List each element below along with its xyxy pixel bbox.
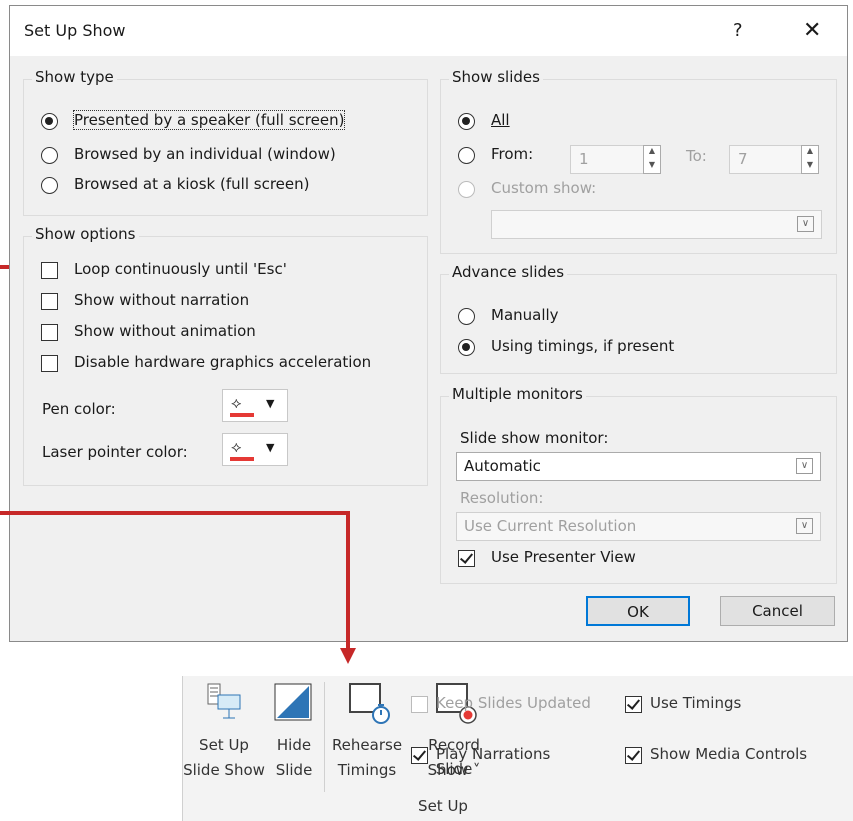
label-show-without-animation[interactable]: Show without animation — [74, 322, 256, 340]
radio-browsed-at-kiosk[interactable] — [41, 177, 58, 194]
laser-pointer-color-label: Laser pointer color: — [42, 443, 188, 461]
checkbox-show-media-controls[interactable] — [625, 747, 642, 764]
resolution-value: Use Current Resolution — [464, 517, 637, 535]
laser-color-swatch — [230, 457, 254, 461]
chevron-down-icon: ▼ — [266, 441, 275, 454]
label-loop-continuously[interactable]: Loop continuously until 'Esc' — [74, 260, 287, 278]
radio-custom-show[interactable] — [458, 181, 475, 198]
resolution-select[interactable]: Use Current Resolution ∨ — [456, 512, 821, 541]
label-using-timings[interactable]: Using timings, if present — [491, 337, 674, 355]
hide-slide-button[interactable]: Hide Slide — [265, 676, 323, 786]
show-slides-group: Show slides All From: 1 ▲ ▼ To: 7 ▲ ▼ Cust… — [440, 68, 837, 254]
label-show-without-narration[interactable]: Show without narration — [74, 291, 249, 309]
slide-show-monitor-label: Slide show monitor: — [460, 429, 609, 447]
from-slide-spinner[interactable]: ▲ ▼ — [643, 145, 661, 174]
spin-down-icon[interactable]: ▼ — [644, 160, 660, 174]
spin-down-icon[interactable]: ▼ — [802, 160, 818, 174]
spin-up-icon[interactable]: ▲ — [644, 146, 660, 160]
label-browsed-by-individual[interactable]: Browsed by an individual (window) — [74, 145, 336, 163]
label-show-media-controls[interactable]: Show Media Controls — [650, 745, 807, 763]
radio-all-slides[interactable] — [458, 113, 475, 130]
label-manually[interactable]: Manually — [491, 306, 559, 324]
label-use-timings[interactable]: Use Timings — [650, 694, 741, 712]
callout-arrowhead-record — [340, 648, 356, 664]
chevron-down-icon: ▼ — [266, 397, 275, 410]
radio-from-slides[interactable] — [458, 147, 475, 164]
label-presented-by-speaker[interactable]: Presented by a speaker (full screen) — [72, 110, 346, 130]
label-play-narrations[interactable]: Play Narrations — [436, 745, 550, 763]
label-all-slides[interactable]: All — [491, 111, 510, 129]
hide-slide-line2: Slide — [275, 761, 313, 779]
multiple-monitors-group: Multiple monitors Slide show monitor: Au… — [440, 385, 837, 584]
show-slides-label: Show slides — [449, 68, 543, 86]
pen-color-label: Pen color: — [42, 400, 116, 418]
radio-manually[interactable] — [458, 308, 475, 325]
setup-slideshow-button[interactable]: Set Up Slide Show — [183, 676, 265, 786]
to-slide-spinner[interactable]: ▲ ▼ — [801, 145, 819, 174]
advance-slides-group: Advance slides Manually Using timings, i… — [440, 263, 837, 374]
paint-bucket-icon: ⟡ — [231, 437, 242, 456]
resolution-label: Resolution: — [460, 489, 544, 507]
label-to: To: — [686, 147, 707, 165]
help-button[interactable]: ? — [733, 20, 743, 41]
label-keep-slides-updated: Keep Slides Updated — [436, 694, 591, 712]
from-slide-value: 1 — [579, 150, 589, 168]
setup-slideshow-icon — [207, 683, 241, 719]
callout-line-vertical — [346, 511, 350, 651]
checkbox-play-narrations[interactable] — [411, 747, 428, 764]
hide-slide-icon — [274, 683, 312, 721]
chevron-down-icon: ∨ — [796, 458, 813, 474]
chevron-down-icon: ∨ — [796, 518, 813, 534]
rehearse-timings-button[interactable]: Rehearse Timings — [325, 676, 409, 786]
label-from[interactable]: From: — [491, 145, 533, 163]
callout-line-horizontal — [0, 511, 350, 515]
slide-show-monitor-value: Automatic — [464, 457, 541, 475]
rehearse-timings-line2: Timings — [337, 761, 397, 779]
hide-slide-line1: Hide — [276, 736, 312, 754]
checkbox-keep-slides-updated[interactable] — [411, 696, 428, 713]
radio-browsed-by-individual[interactable] — [41, 147, 58, 164]
advance-slides-label: Advance slides — [449, 263, 568, 281]
paint-bucket-icon: ⟡ — [231, 393, 242, 412]
label-use-presenter-view[interactable]: Use Presenter View — [491, 548, 636, 566]
set-up-show-dialog: Set Up Show ? ✕ Show type Presented by a… — [9, 5, 848, 642]
show-type-group: Show type Presented by a speaker (full s… — [23, 68, 428, 216]
setup-slideshow-line2: Slide Show — [183, 761, 265, 779]
label-browsed-at-kiosk[interactable]: Browsed at a kiosk (full screen) — [74, 175, 309, 193]
show-options-group: Show options Loop continuously until 'Es… — [23, 225, 428, 486]
checkbox-loop-continuously[interactable] — [41, 262, 58, 279]
ribbon-group-label: Set Up — [418, 797, 468, 815]
slide-show-ribbon: Set Up Slide Show Hide Slide Rehearse Ti… — [182, 676, 853, 821]
label-custom-show: Custom show: — [491, 179, 597, 197]
checkbox-use-presenter-view[interactable] — [458, 550, 475, 567]
close-button[interactable]: ✕ — [803, 18, 821, 43]
show-options-label: Show options — [32, 225, 139, 243]
checkbox-show-without-animation[interactable] — [41, 324, 58, 341]
checkbox-show-without-narration[interactable] — [41, 293, 58, 310]
show-type-label: Show type — [32, 68, 117, 86]
spin-up-icon[interactable]: ▲ — [802, 146, 818, 160]
record-slide-show-button[interactable]: Record Slide Show ˅ — [409, 676, 499, 786]
radio-presented-by-speaker[interactable] — [41, 113, 58, 130]
laser-color-button[interactable]: ⟡ ▼ — [222, 433, 288, 466]
pen-color-button[interactable]: ⟡ ▼ — [222, 389, 288, 422]
ok-button[interactable]: OK — [586, 596, 690, 626]
label-disable-hardware-acceleration[interactable]: Disable hardware graphics acceleration — [74, 353, 371, 371]
slide-show-monitor-select[interactable]: Automatic ∨ — [456, 452, 821, 481]
rehearse-timings-line1: Rehearse — [331, 736, 403, 754]
custom-show-select[interactable]: ∨ — [491, 210, 822, 239]
rehearse-timings-icon — [349, 683, 390, 724]
to-slide-value: 7 — [738, 150, 748, 168]
checkbox-disable-hardware-acceleration[interactable] — [41, 355, 58, 372]
multiple-monitors-label: Multiple monitors — [449, 385, 586, 403]
pen-color-swatch — [230, 413, 254, 417]
radio-using-timings[interactable] — [458, 339, 475, 356]
title-bar: Set Up Show ? ✕ — [10, 6, 847, 56]
setup-slideshow-line1: Set Up — [199, 736, 249, 754]
checkbox-use-timings[interactable] — [625, 696, 642, 713]
cancel-button[interactable]: Cancel — [720, 596, 835, 626]
chevron-down-icon: ∨ — [797, 216, 814, 232]
dialog-title: Set Up Show — [24, 21, 126, 40]
